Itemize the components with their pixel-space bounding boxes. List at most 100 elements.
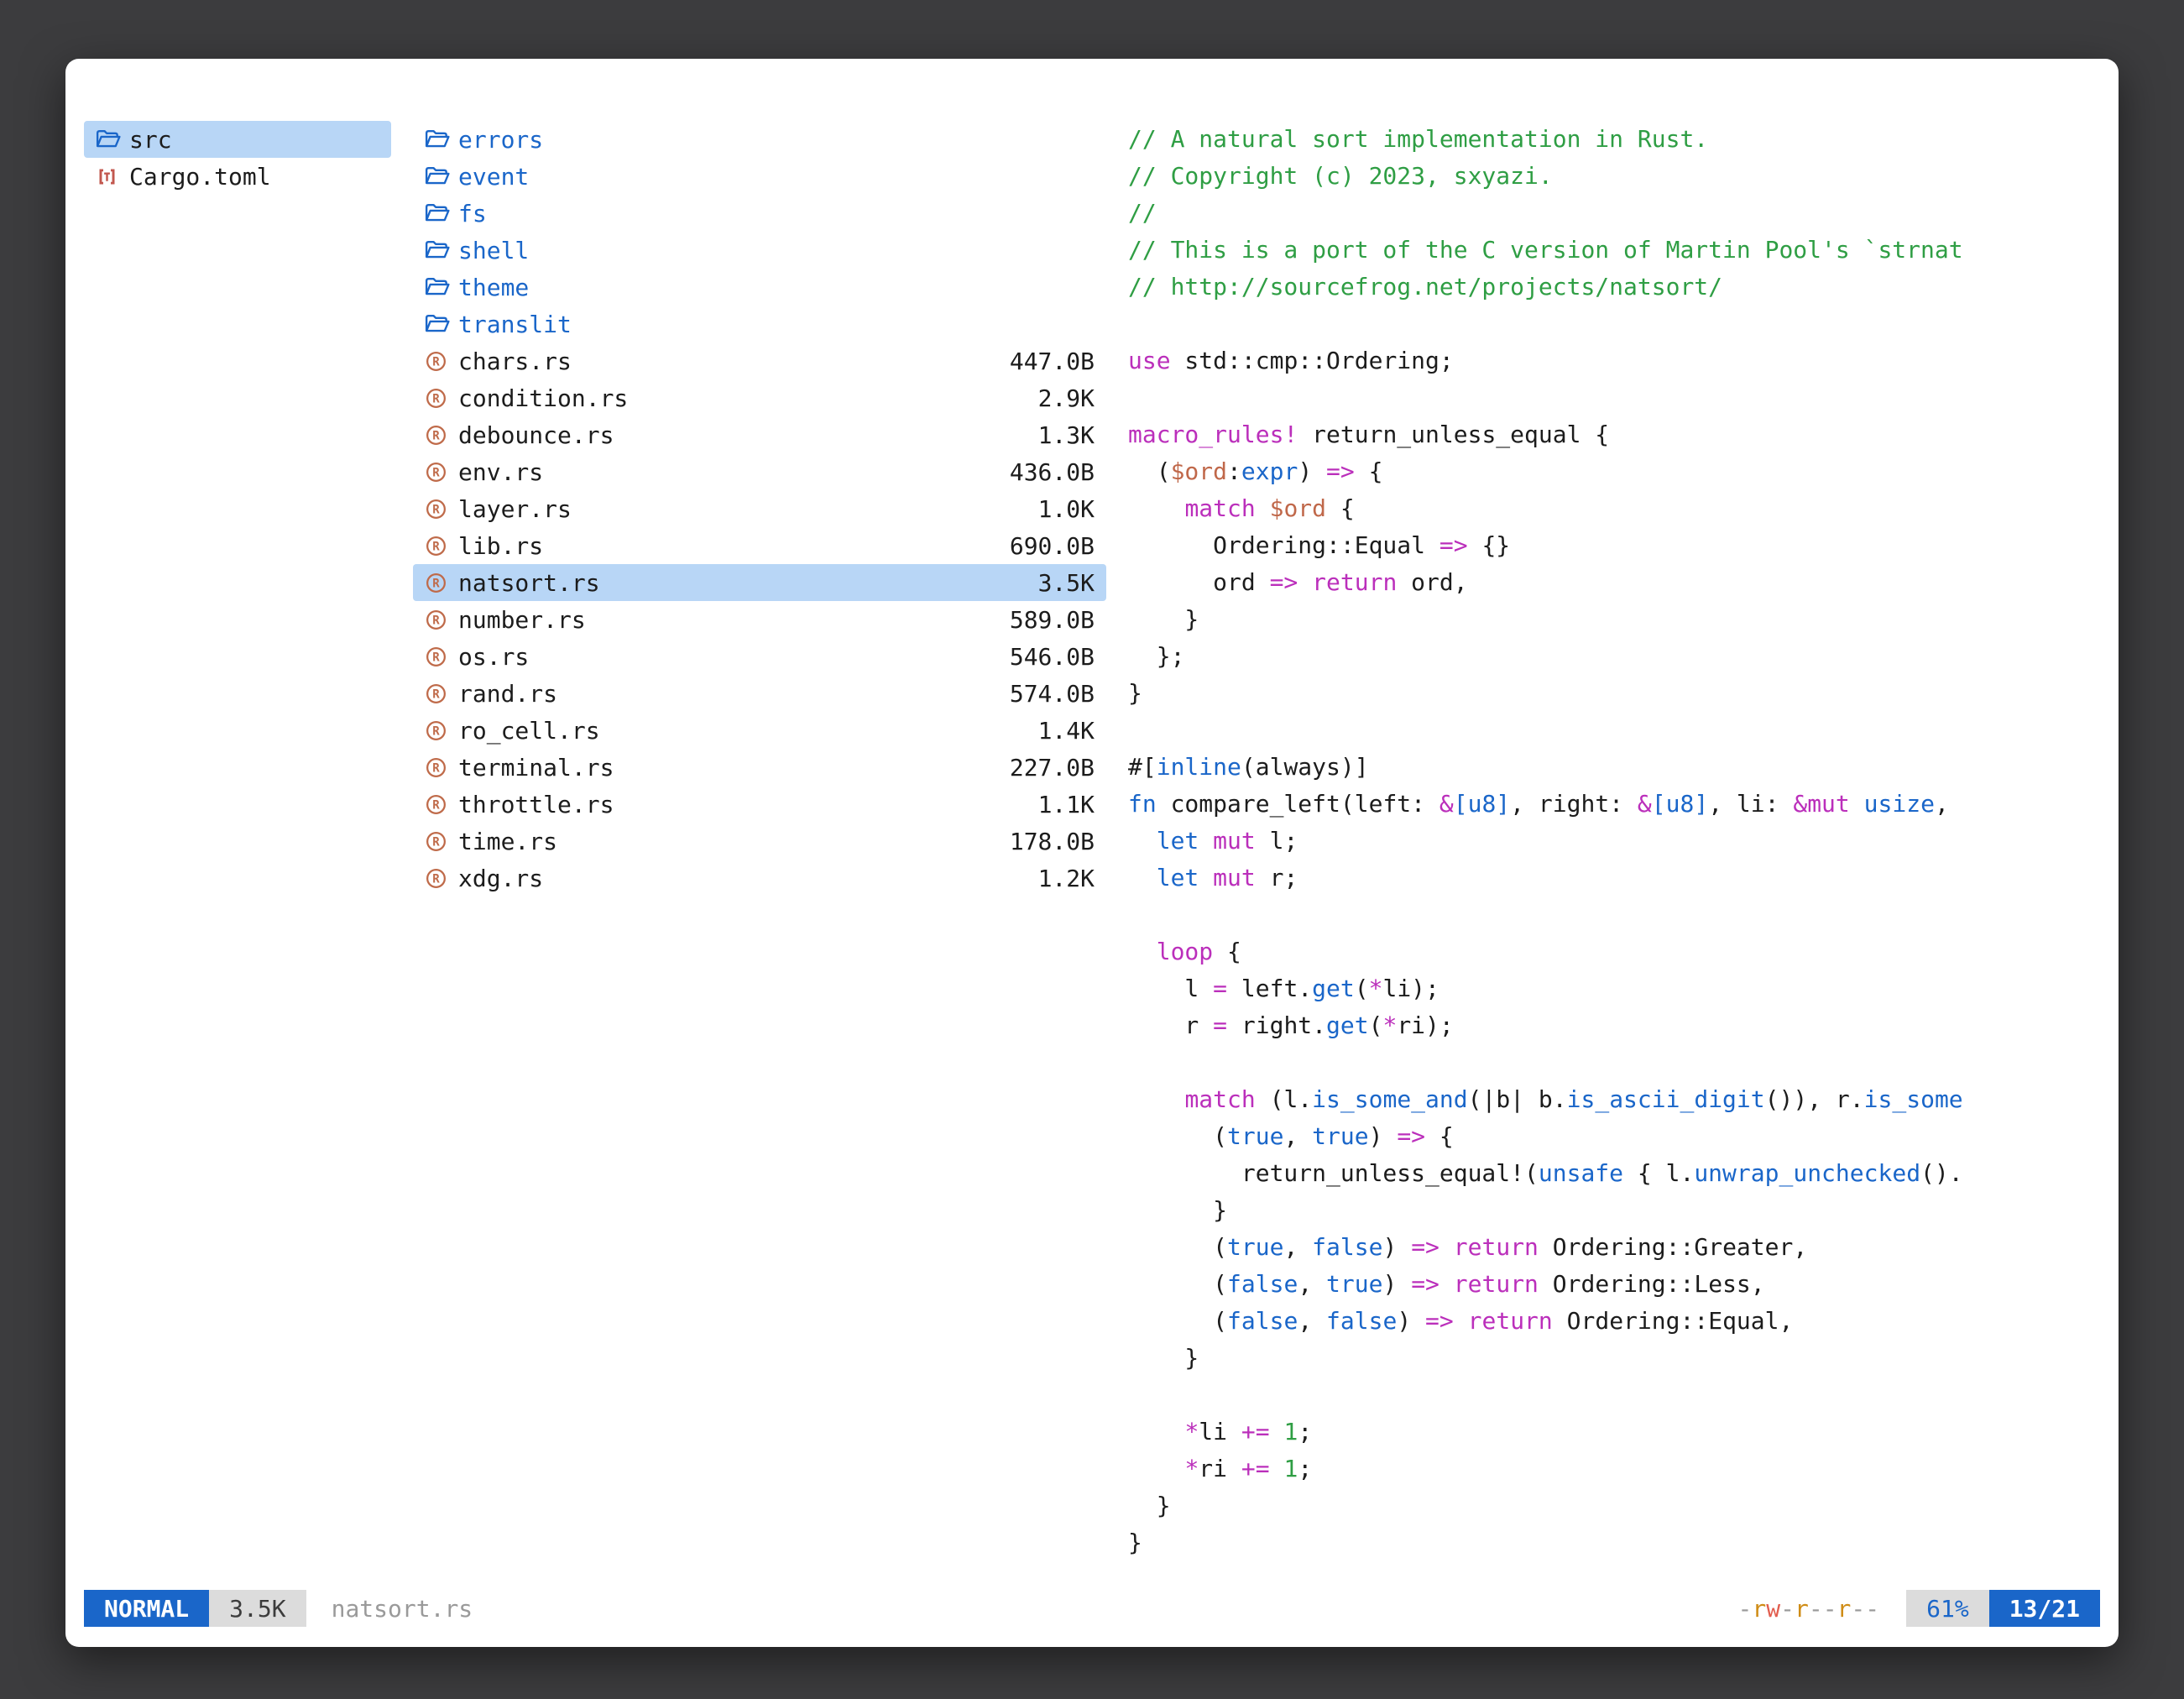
list-item-translit[interactable]: translit — [413, 306, 1106, 342]
rust-icon: R — [425, 350, 458, 373]
code-line: (true, true) => { — [1128, 1118, 2100, 1155]
list-item-natsort.rs[interactable]: Rnatsort.rs 3.5K — [413, 564, 1106, 601]
rust-icon: R — [425, 461, 458, 484]
file-size: 546.0B — [1010, 643, 1095, 671]
file-name: chars.rs — [458, 348, 572, 375]
svg-text:R: R — [432, 392, 440, 405]
list-item-shell[interactable]: shell — [413, 232, 1106, 269]
list-item-ro-cell.rs[interactable]: Rro_cell.rs 1.4K — [413, 712, 1106, 749]
folder-open-icon — [425, 128, 458, 150]
list-item-xdg.rs[interactable]: Rxdg.rs1.2K — [413, 860, 1106, 897]
current-pane: errorseventfsshellthemetranslitRchars.rs… — [413, 121, 1106, 1566]
file-name: lib.rs — [458, 532, 543, 560]
file-name: rand.rs — [458, 680, 557, 708]
file-name: fs — [458, 200, 487, 227]
folder-open-icon — [425, 313, 458, 335]
file-size: 1.3K — [1038, 421, 1095, 449]
list-item-os.rs[interactable]: Ros.rs 546.0B — [413, 638, 1106, 675]
list-item-event[interactable]: event — [413, 158, 1106, 195]
list-item-chars.rs[interactable]: Rchars.rs 447.0B — [413, 342, 1106, 379]
rust-icon: R — [425, 682, 458, 705]
file-size: 3.5K — [1038, 569, 1095, 597]
file-size: 1.4K — [1038, 717, 1095, 745]
rust-icon: R — [425, 498, 458, 520]
svg-text:R: R — [432, 540, 440, 553]
file-permissions: -rw-r--r-- — [1738, 1595, 1880, 1623]
code-line: }; — [1128, 638, 2100, 675]
list-item-errors[interactable]: errors — [413, 121, 1106, 158]
list-item-fs[interactable]: fs — [413, 195, 1106, 232]
svg-text:R: R — [432, 577, 440, 590]
list-item-condition.rs[interactable]: Rcondition.rs2.9K — [413, 379, 1106, 416]
rust-icon: R — [425, 387, 458, 410]
code-line: } — [1128, 1487, 2100, 1524]
code-line: macro_rules! return_unless_equal { — [1128, 416, 2100, 453]
file-size: 178.0B — [1010, 828, 1095, 855]
file-size: 690.0B — [1010, 532, 1095, 560]
rust-icon: R — [425, 609, 458, 631]
list-item-debounce.rs[interactable]: Rdebounce.rs1.3K — [413, 416, 1106, 453]
folder-open-icon — [425, 202, 458, 224]
file-name: xdg.rs — [458, 865, 543, 892]
file-name: shell — [458, 237, 529, 264]
list-item-throttle.rs[interactable]: Rthrottle.rs 1.1K — [413, 786, 1106, 823]
folder-open-icon — [425, 239, 458, 261]
code-line — [1128, 1044, 2100, 1081]
list-item-cargo.toml[interactable]: Cargo.toml — [84, 158, 391, 195]
list-item-src[interactable]: src — [84, 121, 391, 158]
code-line: // — [1128, 195, 2100, 232]
file-name: throttle.rs — [458, 791, 614, 818]
file-name: errors — [458, 126, 543, 154]
code-line — [1128, 897, 2100, 933]
mode-indicator: NORMAL — [84, 1590, 209, 1627]
list-item-env.rs[interactable]: Renv.rs436.0B — [413, 453, 1106, 490]
list-item-theme[interactable]: theme — [413, 269, 1106, 306]
svg-text:R: R — [432, 761, 440, 775]
code-line: } — [1128, 601, 2100, 638]
file-name: translit — [458, 311, 572, 338]
file-name: natsort.rs — [458, 569, 600, 597]
file-size: 447.0B — [1010, 348, 1095, 375]
list-item-time.rs[interactable]: Rtime.rs 178.0B — [413, 823, 1106, 860]
code-line: ord => return ord, — [1128, 564, 2100, 601]
list-item-number.rs[interactable]: Rnumber.rs589.0B — [413, 601, 1106, 638]
file-name: terminal.rs — [458, 754, 614, 782]
file-size: 2.9K — [1038, 384, 1095, 412]
rust-icon: R — [425, 646, 458, 668]
code-line: (false, true) => return Ordering::Less, — [1128, 1266, 2100, 1303]
list-item-layer.rs[interactable]: Rlayer.rs1.0K — [413, 490, 1106, 527]
code-line: } — [1128, 1192, 2100, 1229]
folder-open-icon — [425, 276, 458, 298]
file-name: os.rs — [458, 643, 529, 671]
svg-text:R: R — [432, 503, 440, 516]
list-item-terminal.rs[interactable]: Rterminal.rs227.0B — [413, 749, 1106, 786]
preview-pane: // A natural sort implementation in Rust… — [1128, 121, 2100, 1566]
code-line: let mut r; — [1128, 860, 2100, 897]
code-line: // Copyright (c) 2023, sxyazi. — [1128, 158, 2100, 195]
file-size: 1.1K — [1038, 791, 1095, 818]
code-line — [1128, 379, 2100, 416]
code-line: } — [1128, 1524, 2100, 1561]
code-line: // http://sourcefrog.net/projects/natsor… — [1128, 269, 2100, 306]
folder-open-icon — [425, 165, 458, 187]
yazi-file-manager-window: srcCargo.toml errors event fs shell theme tra… — [65, 59, 2119, 1647]
code-line: loop { — [1128, 933, 2100, 970]
file-name: theme — [458, 274, 529, 301]
rust-icon: R — [425, 793, 458, 816]
code-line: match (l.is_some_and(|b| b.is_ascii_digi… — [1128, 1081, 2100, 1118]
file-name: ro_cell.rs — [458, 717, 600, 745]
cursor-position: 13/21 — [1989, 1590, 2100, 1627]
file-name: time.rs — [458, 828, 557, 855]
svg-text:R: R — [432, 724, 440, 738]
code-line: return_unless_equal!(unsafe { l.unwrap_u… — [1128, 1155, 2100, 1192]
code-line: } — [1128, 675, 2100, 712]
status-bar: NORMAL 3.5K natsort.rs -rw-r--r-- 61% 13… — [84, 1590, 2100, 1627]
scroll-percent: 61% — [1906, 1590, 1989, 1627]
list-item-lib.rs[interactable]: Rlib.rs 690.0B — [413, 527, 1106, 564]
rust-icon: R — [425, 830, 458, 853]
status-right-group: -rw-r--r-- 61% 13/21 — [1738, 1590, 2100, 1627]
code-line: } — [1128, 1340, 2100, 1377]
file-size: 436.0B — [1010, 458, 1095, 486]
list-item-rand.rs[interactable]: Rrand.rs574.0B — [413, 675, 1106, 712]
status-file-name: natsort.rs — [332, 1595, 473, 1623]
